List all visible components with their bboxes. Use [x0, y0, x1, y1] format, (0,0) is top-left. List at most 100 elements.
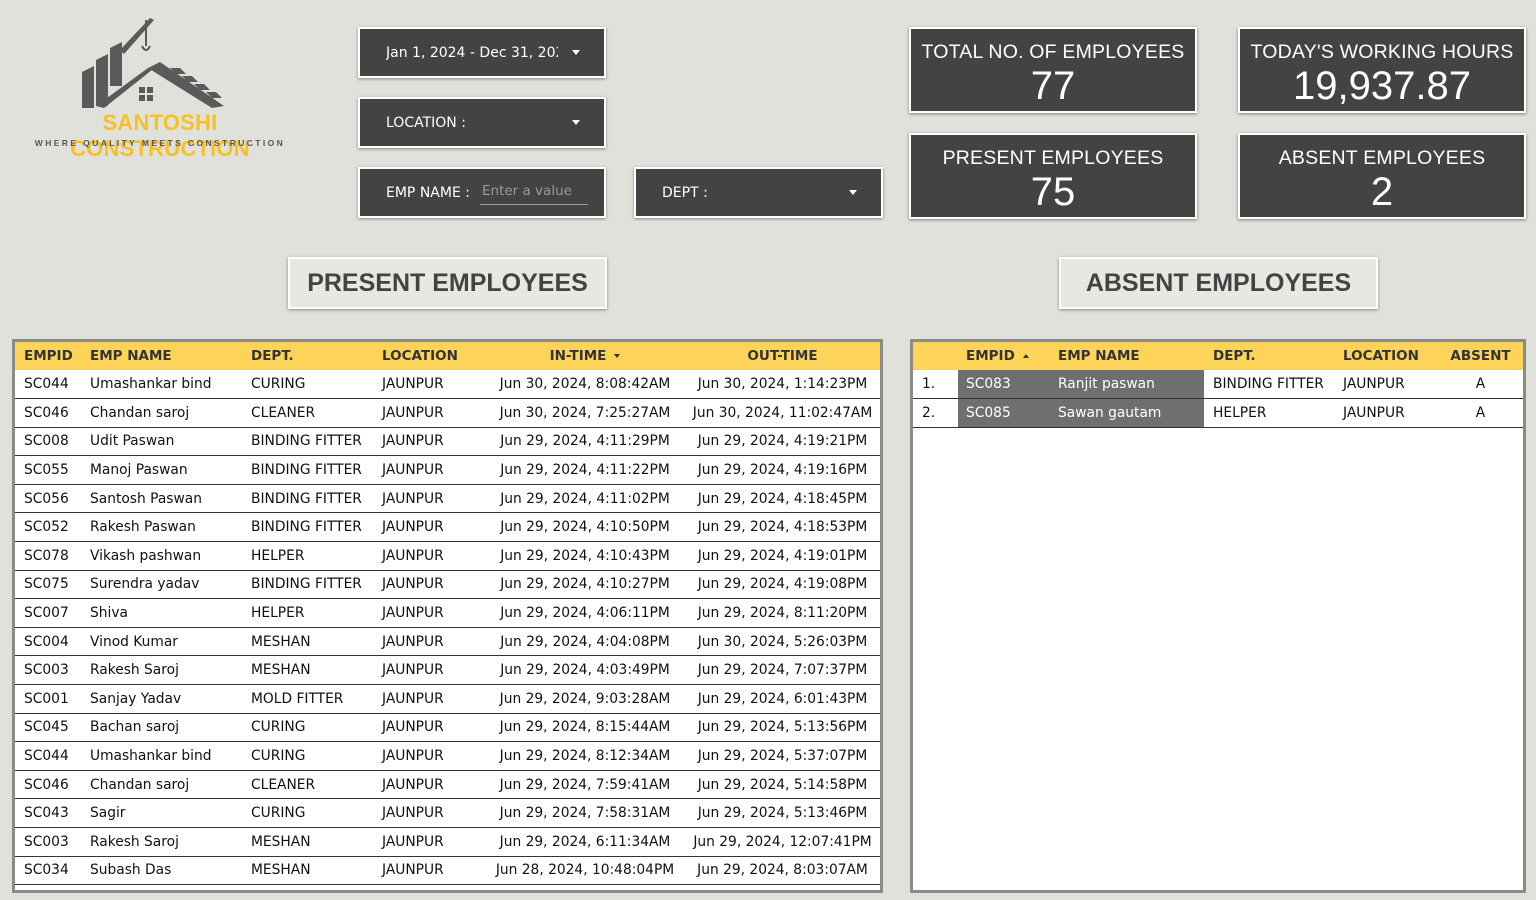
- absent-employees-title: ABSENT EMPLOYEES: [1059, 257, 1378, 309]
- cell-empid: SC085: [958, 398, 1049, 428]
- col-header-empid[interactable]: EMPID: [15, 342, 90, 370]
- col-header-location[interactable]: LOCATION: [1334, 342, 1438, 370]
- col-header-dept[interactable]: DEPT.: [251, 342, 382, 370]
- cell-dept: MESHAN: [251, 655, 382, 686]
- table-row[interactable]: 2. SC085 Sawan gautam HELPER JAUNPUR A: [913, 398, 1523, 428]
- kpi-present-employees: PRESENT EMPLOYEES 75: [909, 133, 1197, 219]
- table-row[interactable]: SC052 Rakesh Paswan BINDING FITTER JAUNPUR J…: [15, 512, 880, 543]
- emp-name-filter: EMP NAME :: [358, 167, 606, 218]
- table-row[interactable]: SC043 Sagir CURING JAUNPUR Jun 29, 2024, 7:5…: [15, 798, 880, 828]
- cell-emp-name: Subash Das: [90, 856, 251, 886]
- cell-out-time: Jun 29, 2024, 8:03:07AM: [685, 856, 880, 886]
- table-row[interactable]: SC056 Santosh Paswan BINDING FITTER JAUNPUR…: [15, 484, 880, 514]
- company-name: SANTOSHI CONSTRUCTION: [70, 110, 250, 161]
- cell-empid: SC045: [15, 713, 90, 743]
- table-row[interactable]: SC075 Surendra yadav BINDING FITTER JAUNPUR…: [15, 570, 880, 600]
- kpi-working-hours: TODAY'S WORKING HOURS 19,937.87: [1238, 27, 1526, 113]
- cell-dept: MESHAN: [251, 827, 382, 857]
- cell-dept: MOLD FITTER: [251, 684, 382, 714]
- cell-in-time: Jun 29, 2024, 4:10:27PM: [485, 570, 685, 600]
- cell-dept: CURING: [251, 713, 382, 743]
- cell-out-time: Jun 29, 2024, 6:01:43PM: [685, 684, 880, 714]
- cell-dept: HELPER: [1204, 398, 1334, 428]
- col-header-emp-name[interactable]: EMP NAME: [90, 342, 251, 370]
- cell-in-time: Jun 29, 2024, 4:10:43PM: [485, 541, 685, 571]
- col-header-emp-name[interactable]: EMP NAME: [1049, 342, 1204, 370]
- cell-location: JAUNPUR: [382, 541, 485, 571]
- cell-out-time: Jun 29, 2024, 4:19:21PM: [685, 427, 880, 457]
- company-logo: SANTOSHI CONSTRUCTION WHERE QUALITY MEET…: [12, 10, 308, 161]
- date-range-picker[interactable]: Jan 1, 2024 - Dec 31, 2024: [358, 27, 606, 78]
- cell-out-time: Jun 29, 2024, 5:14:58PM: [685, 770, 880, 800]
- table-row[interactable]: 1. SC083 Ranjit paswan BINDING FITTER JAUNPU…: [913, 370, 1523, 400]
- cell-empid: SC083: [958, 370, 1049, 400]
- table-row[interactable]: SC045 Bachan saroj CURING JAUNPUR Jun 29, 20…: [15, 713, 880, 743]
- dept-dropdown[interactable]: DEPT :: [634, 167, 883, 218]
- cell-empid: SC034: [15, 856, 90, 886]
- cell-out-time: Jun 29, 2024, 12:07:41PM: [685, 827, 880, 857]
- cell-dept: BINDING FITTER: [251, 512, 382, 543]
- chevron-down-icon: [572, 119, 580, 125]
- cell-out-time: Jun 30, 2024, 11:02:47AM: [685, 398, 880, 428]
- col-header-absent[interactable]: ABSENT: [1438, 342, 1523, 370]
- cell-location: JAUNPUR: [382, 827, 485, 857]
- col-header-empid[interactable]: EMPID: [958, 342, 1049, 370]
- cell-empid: SC075: [15, 570, 90, 600]
- table-row[interactable]: SC055 Manoj Paswan BINDING FITTER JAUNPUR Ju…: [15, 455, 880, 485]
- cell-emp-name: Rakesh Saroj: [90, 827, 251, 857]
- table-row[interactable]: SC007 Shiva HELPER JAUNPUR Jun 29, 2024, 4:0…: [15, 598, 880, 628]
- table-row[interactable]: SC044 Umashankar bind CURING JAUNPUR Jun 30,…: [15, 370, 880, 400]
- cell-absent: A: [1438, 370, 1523, 400]
- cell-empid: SC052: [15, 512, 90, 543]
- cell-emp-name: Shiva: [90, 598, 251, 628]
- cell-dept: BINDING FITTER: [251, 570, 382, 600]
- cell-location: JAUNPUR: [382, 484, 485, 514]
- cell-location: JAUNPUR: [1334, 370, 1438, 400]
- cell-in-time: Jun 29, 2024, 8:15:44AM: [485, 713, 685, 743]
- table-row[interactable]: SC003 Rakesh Saroj MESHAN JAUNPUR Jun 29, 20…: [15, 827, 880, 857]
- cell-out-time: Jun 29, 2024, 4:19:01PM: [685, 541, 880, 571]
- col-header-out-time[interactable]: OUT-TIME: [685, 342, 880, 370]
- table-row[interactable]: SC008 Udit Paswan BINDING FITTER JAUNPUR Jun…: [15, 427, 880, 457]
- col-header-in-time[interactable]: IN-TIME: [485, 342, 685, 370]
- table-row[interactable]: SC003 Rakesh Saroj MESHAN JAUNPUR Jun 29, 20…: [15, 655, 880, 686]
- cell-dept: CURING: [251, 741, 382, 771]
- cell-out-time: Jun 30, 2024, 5:26:03PM: [685, 627, 880, 657]
- table-row[interactable]: SC044 Umashankar bind CURING JAUNPUR Jun 29,…: [15, 741, 880, 771]
- cell-in-time: Jun 29, 2024, 4:04:08PM: [485, 627, 685, 657]
- cell-location: JAUNPUR: [382, 427, 485, 457]
- kpi-total-employees: TOTAL NO. OF EMPLOYEES 77: [909, 27, 1197, 113]
- table-row[interactable]: SC004 Vinod Kumar MESHAN JAUNPUR Jun 29, 202…: [15, 627, 880, 657]
- emp-name-input[interactable]: [479, 180, 588, 205]
- col-header-empid-label: EMPID: [966, 348, 1015, 364]
- cell-dept: MESHAN: [251, 856, 382, 886]
- cell-location: JAUNPUR: [382, 627, 485, 657]
- cell-emp-name: Chandan saroj: [90, 398, 251, 428]
- cell-out-time: Jun 29, 2024, 4:19:08PM: [685, 570, 880, 600]
- location-dropdown[interactable]: LOCATION :: [358, 97, 606, 148]
- cell-in-time: Jun 29, 2024, 8:12:34AM: [485, 741, 685, 771]
- col-header-location[interactable]: LOCATION: [382, 342, 485, 370]
- table-row[interactable]: SC034 Subash Das MESHAN JAUNPUR Jun 28, 2024…: [15, 856, 880, 886]
- cell-location: JAUNPUR: [382, 770, 485, 800]
- col-header-dept[interactable]: DEPT.: [1204, 342, 1334, 370]
- cell-out-time: Jun 29, 2024, 5:13:56PM: [685, 713, 880, 743]
- table-row[interactable]: SC046 Chandan saroj CLEANER JAUNPUR Jun 30, …: [15, 398, 880, 428]
- cell-location: JAUNPUR: [382, 741, 485, 771]
- cell-in-time: Jun 30, 2024, 8:08:42AM: [485, 370, 685, 400]
- cell-in-time: Jun 29, 2024, 6:11:34AM: [485, 827, 685, 857]
- cell-in-time: Jun 30, 2024, 7:25:27AM: [485, 398, 685, 428]
- cell-dept: BINDING FITTER: [1204, 370, 1334, 400]
- cell-location: JAUNPUR: [382, 684, 485, 714]
- cell-dept: MESHAN: [251, 627, 382, 657]
- kpi-total-label: TOTAL NO. OF EMPLOYEES: [921, 41, 1185, 63]
- table-row[interactable]: SC078 Vikash pashwan HELPER JAUNPUR Jun 29, …: [15, 541, 880, 571]
- cell-emp-name: Chandan saroj: [90, 770, 251, 800]
- table-row[interactable]: SC046 Chandan saroj CLEANER JAUNPUR Jun 29, …: [15, 770, 880, 800]
- table-row[interactable]: SC001 Sanjay Yadav MOLD FITTER JAUNPUR Jun 2…: [15, 684, 880, 714]
- cell-location: JAUNPUR: [382, 512, 485, 543]
- cell-emp-name: Sawan gautam: [1049, 398, 1204, 428]
- kpi-present-value: 75: [1030, 170, 1076, 214]
- cell-dept: CLEANER: [251, 398, 382, 428]
- cell-location: JAUNPUR: [382, 455, 485, 485]
